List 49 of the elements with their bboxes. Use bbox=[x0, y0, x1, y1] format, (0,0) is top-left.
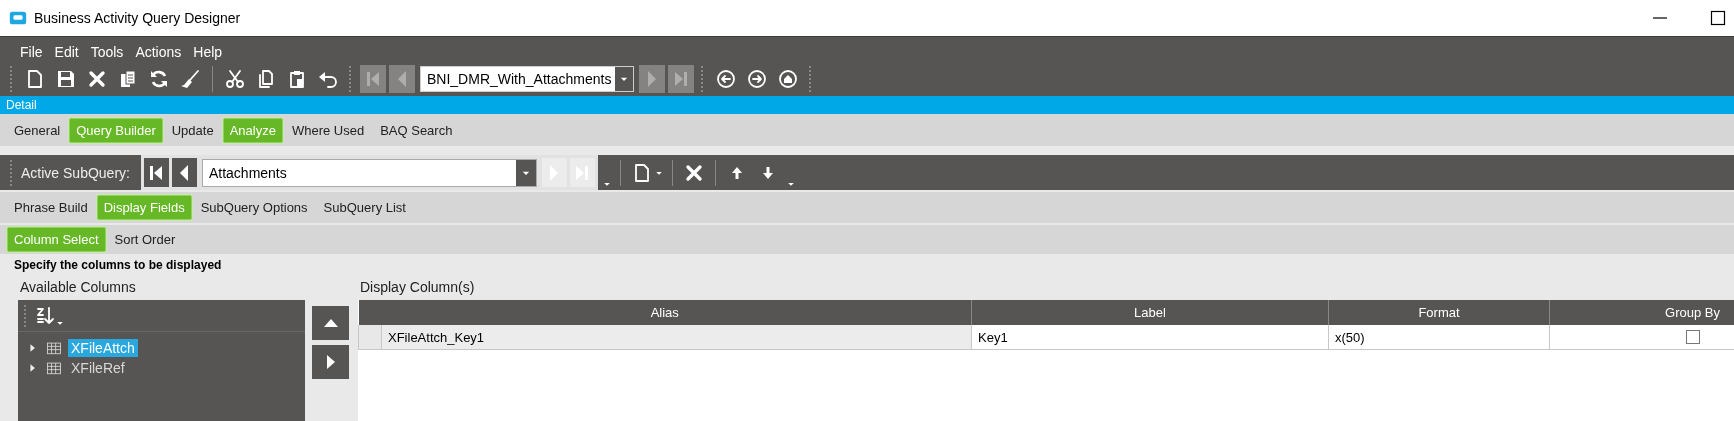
tab[interactable]: SubQuery Options bbox=[193, 195, 315, 220]
instruction-text: Specify the columns to be displayed bbox=[13, 257, 223, 274]
menu-item[interactable]: Tools bbox=[82, 44, 128, 61]
sort-button[interactable] bbox=[34, 304, 56, 327]
cut-icon bbox=[224, 67, 246, 90]
dropdown-button[interactable] bbox=[515, 159, 536, 186]
menu-item[interactable]: Edit bbox=[46, 44, 83, 61]
field-label: Active SubQuery: bbox=[21, 164, 130, 181]
tree-item[interactable]: XFileRef bbox=[68, 359, 128, 377]
back-icon bbox=[715, 67, 737, 90]
table-cell: x(50) bbox=[1328, 325, 1550, 350]
triangle-up-button[interactable] bbox=[312, 306, 349, 340]
panel-title: Display Column(s) bbox=[359, 278, 476, 297]
first-record-button[interactable] bbox=[360, 64, 386, 93]
tab[interactable]: Update bbox=[164, 117, 221, 143]
sort-icon bbox=[34, 304, 56, 327]
menu-item[interactable]: Help bbox=[185, 44, 227, 61]
table-cell: XFileAttch_Key1 bbox=[381, 325, 972, 350]
next-record-button[interactable] bbox=[639, 64, 665, 93]
panel-title: Available Columns bbox=[19, 278, 137, 297]
forward-icon bbox=[746, 67, 768, 90]
subquery-dropdown[interactable]: Attachments bbox=[201, 158, 537, 187]
query-id-dropdown[interactable]: BNI_DMR_With_Attachments bbox=[420, 65, 634, 92]
triangle-right-button[interactable] bbox=[312, 345, 349, 379]
column-header[interactable]: Label bbox=[971, 300, 1329, 325]
table-icon bbox=[45, 359, 63, 377]
column-header[interactable]: Format bbox=[1328, 300, 1550, 325]
menu-item[interactable]: Actions bbox=[127, 44, 186, 61]
first-subquery-button[interactable] bbox=[143, 158, 169, 187]
section-title: Detail bbox=[5, 97, 37, 112]
home-icon bbox=[777, 67, 799, 90]
checkbox[interactable] bbox=[1685, 330, 1700, 344]
tab[interactable]: Sort Order bbox=[107, 227, 183, 252]
window-title: Business Activity Query Designer bbox=[34, 10, 241, 26]
tab[interactable]: SubQuery List bbox=[316, 195, 413, 220]
tab[interactable]: Phrase Build bbox=[7, 195, 95, 220]
table-icon bbox=[45, 339, 63, 357]
dropdown-button[interactable] bbox=[615, 66, 633, 91]
table-cell: Key1 bbox=[971, 325, 1329, 350]
column-header[interactable]: Group By bbox=[1549, 300, 1734, 325]
column-header[interactable]: Alias bbox=[358, 300, 972, 325]
menu-item[interactable]: File bbox=[12, 44, 47, 61]
previous-record-button[interactable] bbox=[389, 64, 415, 93]
tab[interactable]: Where Used bbox=[284, 117, 372, 143]
previous-subquery-button[interactable] bbox=[171, 158, 197, 187]
minimize-icon bbox=[1653, 17, 1667, 19]
last-record-button[interactable] bbox=[668, 64, 694, 93]
tab[interactable]: General bbox=[7, 117, 68, 143]
tab[interactable]: BAQ Search bbox=[373, 117, 460, 143]
